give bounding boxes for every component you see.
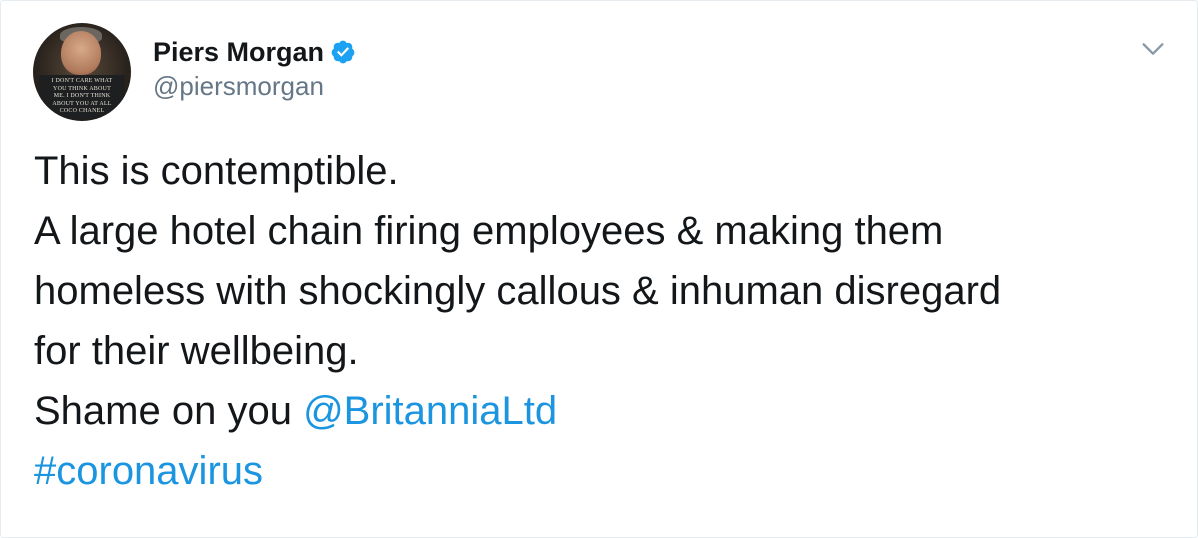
avatar-face	[61, 31, 101, 75]
avatar-sign-line: ABOUT YOU AT ALL	[52, 100, 112, 107]
tweet-text: This is contemptible. A large hotel chai…	[34, 141, 1164, 501]
tweet-line: This is contemptible.	[34, 149, 399, 193]
display-name[interactable]: Piers Morgan	[153, 37, 324, 67]
avatar-sign-line: I DON'T CARE WHAT	[51, 78, 113, 84]
chevron-down-icon[interactable]	[1139, 35, 1167, 63]
avatar-sign-line: COCO CHANEL	[59, 108, 105, 114]
tweet-card: I DON'T CARE WHAT YOU THINK ABOUT ME. I …	[0, 0, 1198, 538]
author-handle[interactable]: @piersmorgan	[153, 71, 356, 101]
avatar-sign-line: YOU THINK ABOUT	[53, 85, 111, 92]
avatar[interactable]: I DON'T CARE WHAT YOU THINK ABOUT ME. I …	[33, 23, 131, 121]
tweet-line: #coronavirus	[34, 441, 1164, 501]
mention-link[interactable]: @BritanniaLtd	[303, 389, 557, 433]
tweet-line-text: Shame on you	[34, 389, 304, 433]
avatar-sign-line: ME. I DON'T THINK	[53, 93, 111, 99]
hashtag-link[interactable]: #coronavirus	[34, 449, 263, 493]
name-row: Piers Morgan	[153, 37, 356, 67]
tweet-line: for their wellbeing.	[34, 329, 359, 373]
verified-badge-icon	[331, 40, 355, 64]
tweet-line: homeless with shockingly callous & inhum…	[34, 269, 1002, 313]
avatar-sign: I DON'T CARE WHAT YOU THINK ABOUT ME. I …	[39, 75, 125, 119]
tweet-line: Shame on you @BritanniaLtd	[34, 381, 1164, 441]
author-block: Piers Morgan @piersmorgan	[153, 37, 356, 101]
tweet-line: A large hotel chain firing employees & m…	[34, 209, 944, 253]
